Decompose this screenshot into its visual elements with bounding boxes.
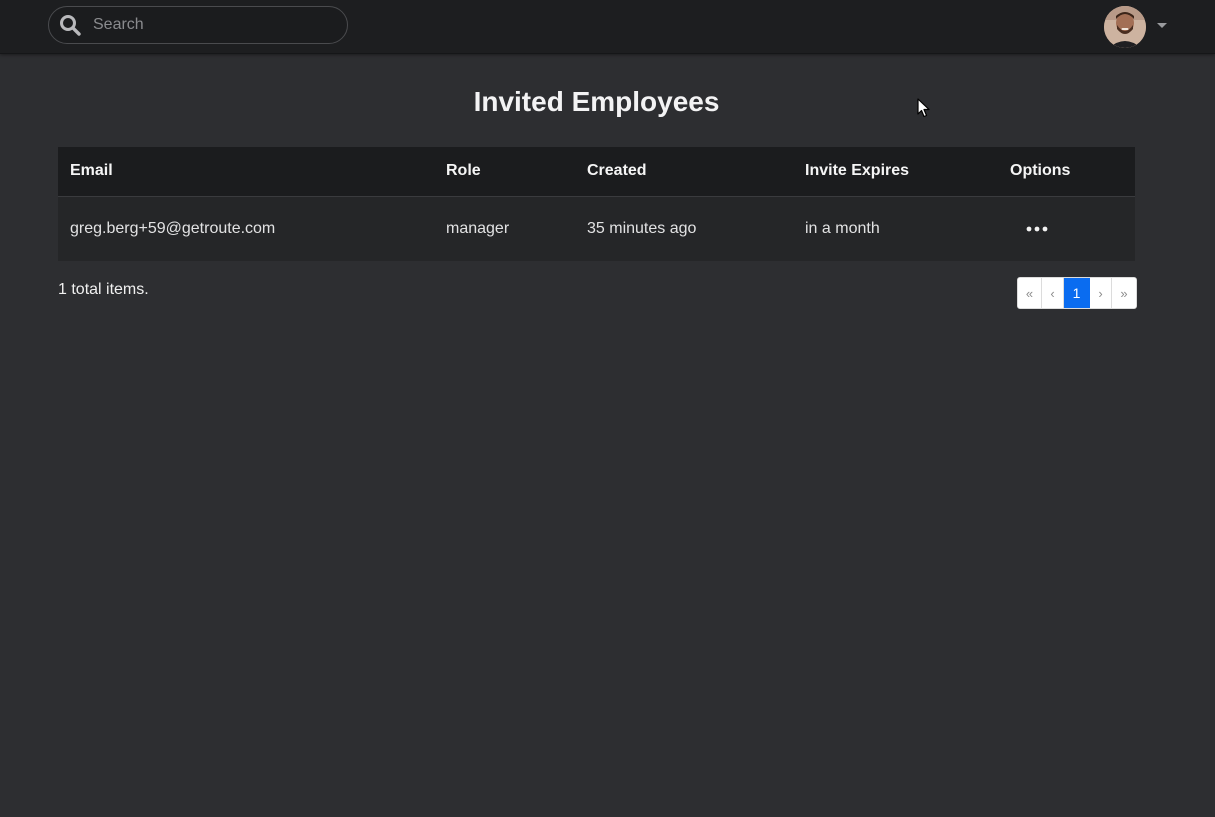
mouse-cursor-icon <box>917 98 931 118</box>
cell-invite-expires: in a month <box>805 219 880 237</box>
invited-employees-table: Email Role Created Invite Expires Option… <box>58 147 1135 261</box>
column-header-invite-expires[interactable]: Invite Expires <box>805 147 1010 196</box>
last-page-button[interactable]: » <box>1112 278 1136 308</box>
page-title: Invited Employees <box>473 86 720 117</box>
pagination: « ‹ 1 › » <box>1017 277 1137 309</box>
user-avatar[interactable] <box>1104 6 1146 48</box>
top-navbar <box>0 0 1215 54</box>
next-page-button[interactable]: › <box>1090 278 1112 308</box>
column-header-created[interactable]: Created <box>587 147 805 196</box>
first-page-button[interactable]: « <box>1018 278 1042 308</box>
search-box[interactable] <box>48 6 348 44</box>
more-horizontal-icon[interactable] <box>1022 219 1052 239</box>
table-row: greg.berg+59@getroute.com manager 35 min… <box>58 196 1135 261</box>
search-input[interactable] <box>91 15 325 35</box>
column-header-role[interactable]: Role <box>446 147 587 196</box>
caret-down-icon[interactable] <box>1157 23 1167 28</box>
cell-email: greg.berg+59@getroute.com <box>70 219 276 237</box>
table-header-row: Email Role Created Invite Expires Option… <box>58 147 1135 196</box>
column-header-options: Options <box>1010 162 1071 180</box>
cell-created: 35 minutes ago <box>587 219 697 237</box>
cell-role: manager <box>446 219 510 237</box>
total-items-count: 1 total items. <box>58 281 149 298</box>
current-page-button[interactable]: 1 <box>1064 278 1090 308</box>
cell-options <box>1010 196 1135 261</box>
column-header-email[interactable]: Email <box>58 147 446 196</box>
previous-page-button[interactable]: ‹ <box>1042 278 1064 308</box>
search-icon <box>59 14 81 36</box>
